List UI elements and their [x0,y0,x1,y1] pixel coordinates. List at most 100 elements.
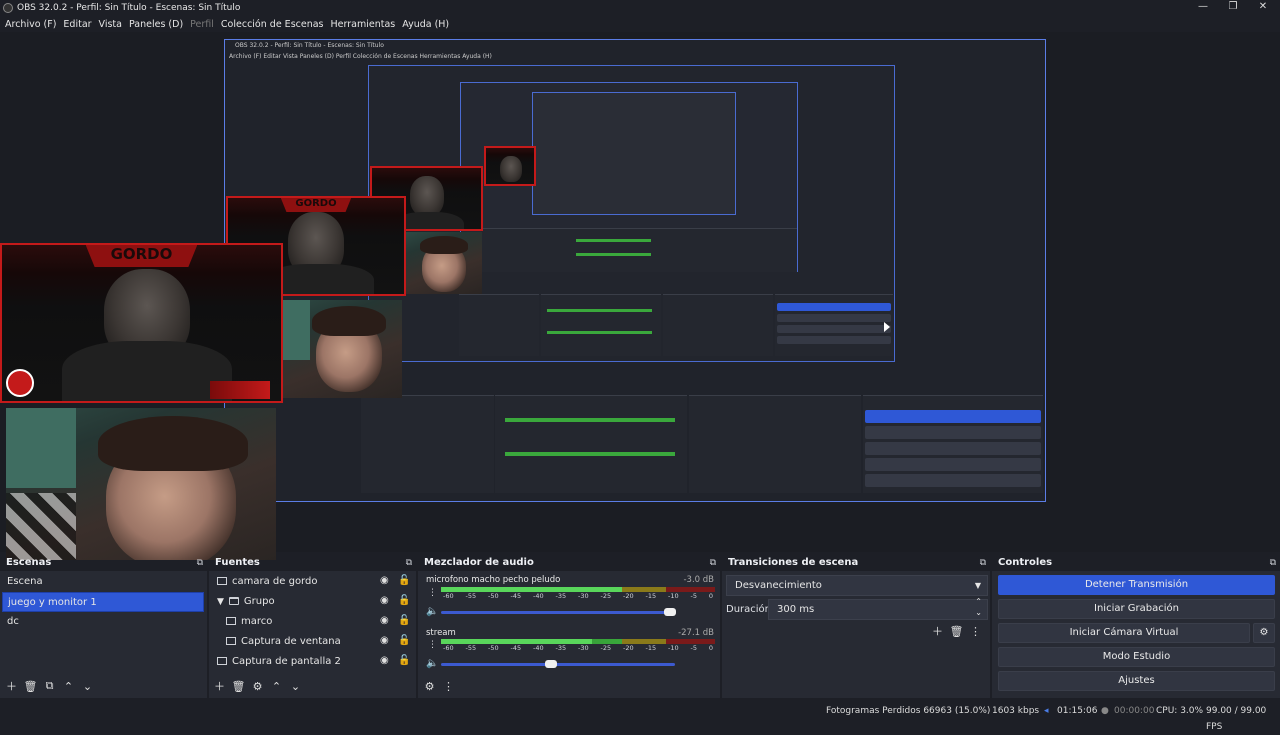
meter-tick-label: -30 [578,592,589,600]
volume-slider[interactable] [441,608,677,616]
close-button[interactable]: ✕ [1248,0,1278,15]
transitions-toolbar: ＋ 🗑 ⋮ [928,623,985,639]
visibility-eye-icon[interactable]: ◉ [380,655,389,666]
visibility-eye-icon[interactable]: ◉ [380,595,389,606]
lock-icon[interactable]: 🔓 [398,615,410,626]
inner-estudio-button [865,458,1041,471]
inner-camara-button [865,442,1041,455]
gordo-brand-banner: GORDO [85,245,198,267]
remove-scene-icon[interactable]: 🗑 [21,680,40,693]
visibility-eye-icon[interactable]: ◉ [380,615,389,626]
volume-slider-knob[interactable] [664,608,677,616]
lock-icon[interactable]: 🔓 [398,635,410,646]
scenes-toolbar: ＋ 🗑 ⧉ ⌃ ⌄ [2,678,97,694]
dock-float-icon[interactable]: ⧉ [406,555,412,571]
inner-ajustes-button [865,474,1041,487]
scene-item-escena[interactable]: Escena [2,572,204,592]
meter-ticks: -60 -55 -50 -45 -40 -35 -30 -25 -20 -15 -10 -5 0 [441,644,715,652]
menu-herramientas[interactable]: Herramientas [331,19,396,30]
dock-float-icon[interactable]: ⧉ [197,555,203,571]
mixer-channel-db: -27.1 dB [678,628,714,638]
menu-vista[interactable]: Vista [99,19,122,30]
mixer-dock-header: Mezclador de audio ⧉ [418,555,720,571]
move-up-icon[interactable]: ⌃ [59,680,78,693]
advanced-audio-gear-icon[interactable]: ⚙ [420,680,439,693]
transitions-dock-header: Transiciones de escena ⧉ [722,555,990,571]
menu-coleccion-escenas[interactable]: Colección de Escenas [221,19,324,30]
lock-icon[interactable]: 🔓 [398,595,410,606]
chevron-down-icon[interactable]: ▼ [217,592,224,612]
scene-item-dc[interactable]: dc [2,612,204,632]
move-down-icon[interactable]: ⌄ [78,680,97,693]
scenes-dock-header: Escenas ⧉ [0,555,207,571]
menu-bar: Archivo (F) Editar Vista Paneles (D) Per… [0,16,451,32]
virtual-camera-settings-gear-icon[interactable]: ⚙ [1253,623,1275,643]
speaker-icon[interactable]: 🔈 [426,658,438,669]
start-recording-button[interactable]: Iniciar Grabación [998,599,1275,619]
source-item[interactable]: ▼ Grupo [217,592,275,612]
mixer-channel-name: stream [426,628,456,638]
settings-button[interactable]: Ajustes [998,671,1275,691]
add-source-icon[interactable]: ＋ [210,678,229,694]
scene-filters-icon[interactable]: ⧉ [40,679,59,693]
inner-grabacion-button [865,426,1041,439]
spin-down-icon[interactable]: ⌄ [975,607,982,619]
inner-detener-button [865,410,1041,423]
move-down-icon[interactable]: ⌄ [286,680,305,693]
stream-status-icon: ◂ [1044,706,1049,716]
scene-item-juego-y-monitor-1[interactable]: juego y monitor 1 [2,592,204,612]
start-virtual-camera-button[interactable]: Iniciar Cámara Virtual [998,623,1250,643]
source-item[interactable]: Captura de ventana [226,632,341,652]
meter-segment [665,639,715,644]
meter-tick-label: -10 [668,592,679,600]
menu-ayuda[interactable]: Ayuda (H) [402,19,449,30]
remove-transition-icon[interactable]: 🗑 [947,625,966,638]
visibility-eye-icon[interactable]: ◉ [380,635,389,646]
webcam-source-gordo[interactable]: GORDO [0,243,283,403]
add-transition-icon[interactable]: ＋ [928,623,947,639]
dock-float-icon[interactable]: ⧉ [710,555,716,571]
lock-icon[interactable]: 🔓 [398,575,410,586]
menu-editar[interactable]: Editar [63,19,91,30]
chevron-down-icon: ▼ [974,581,981,590]
studio-mode-button[interactable]: Modo Estudio [998,647,1275,667]
meter-tick-label: -50 [488,592,499,600]
dock-float-icon[interactable]: ⧉ [980,555,986,571]
face-camera-source[interactable] [6,408,276,560]
lock-icon[interactable]: 🔓 [398,655,410,666]
source-item[interactable]: camara de gordo [217,572,317,592]
speaker-icon[interactable]: 🔈 [426,606,438,617]
meter-tick-label: -35 [555,644,567,652]
menu-perfil[interactable]: Perfil [190,19,214,30]
recursive-camera-small [484,146,536,186]
source-item[interactable]: Captura de pantalla 2 [217,652,341,672]
volume-slider[interactable] [441,660,675,668]
mixer-menu-icon[interactable]: ⋮ [439,680,458,693]
maximize-button[interactable]: ❐ [1218,0,1248,15]
source-item[interactable]: marco [226,612,272,632]
inner-transitions-panel [689,395,861,493]
minimize-button[interactable]: — [1188,0,1218,15]
dock-float-icon[interactable]: ⧉ [1270,555,1276,571]
cpu-usage: CPU: 3.0% [1156,706,1204,716]
source-properties-gear-icon[interactable]: ⚙ [248,680,267,693]
mouse-cursor [884,322,890,332]
meter-tick-label: -20 [623,592,634,600]
move-up-icon[interactable]: ⌃ [267,680,286,693]
meter-tick-label: -10 [668,644,679,652]
stop-stream-button[interactable]: Detener Transmisión [998,575,1275,595]
transition-select[interactable]: Desvanecimiento ▼ [726,575,988,596]
visibility-eye-icon[interactable]: ◉ [380,575,389,586]
menu-archivo[interactable]: Archivo (F) [5,19,56,30]
menu-paneles[interactable]: Paneles (D) [129,19,183,30]
volume-slider-knob[interactable] [544,660,557,668]
add-scene-icon[interactable]: ＋ [2,678,21,694]
bitrate: 1603 kbps [992,706,1040,716]
remove-source-icon[interactable]: 🗑 [229,680,248,693]
transition-menu-icon[interactable]: ⋮ [966,625,985,638]
window-title: OBS 32.0.2 - Perfil: Sin Título - Escena… [17,2,241,13]
red-bars-decoration [210,381,270,399]
channel-menu-icon[interactable]: ⋮ [428,588,437,598]
duration-input[interactable]: 300 ms ⌃ ⌄ [768,597,988,620]
channel-menu-icon[interactable]: ⋮ [428,640,437,650]
